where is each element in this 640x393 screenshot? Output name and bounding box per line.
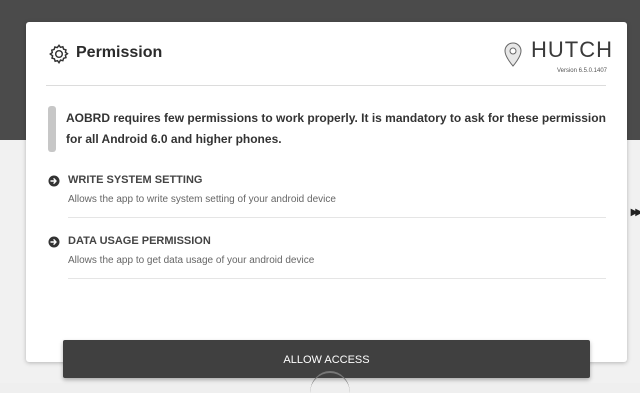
permission-notice: AOBRD requires few permissions to work p… [66, 111, 606, 146]
notice-accent-bar [48, 106, 56, 152]
header-divider [46, 85, 606, 86]
permission-description: Allows the app to get data usage of your… [68, 255, 315, 266]
arrow-right-circle-icon [48, 236, 60, 248]
gear-icon [49, 44, 69, 65]
brand-name: HUTCH [531, 37, 613, 62]
permission-divider [68, 278, 606, 279]
permission-title: DATA USAGE PERMISSION [68, 235, 211, 247]
hutch-logo-icon [504, 42, 522, 67]
permission-title: WRITE SYSTEM SETTING [68, 174, 203, 186]
permission-description: Allows the app to write system setting o… [68, 194, 336, 205]
permission-divider [68, 217, 606, 218]
page-title: Permission [76, 44, 163, 61]
fast-forward-icon: ▶▶ [630, 207, 640, 218]
dialog-header: Permission HUTCH Version 6.5.0.1407 [26, 22, 627, 86]
version-label: Version 6.5.0.1407 [556, 68, 607, 74]
permission-dialog: Permission HUTCH Version 6.5.0.1407 AOBR… [26, 22, 627, 362]
arrow-right-circle-icon [48, 175, 60, 187]
